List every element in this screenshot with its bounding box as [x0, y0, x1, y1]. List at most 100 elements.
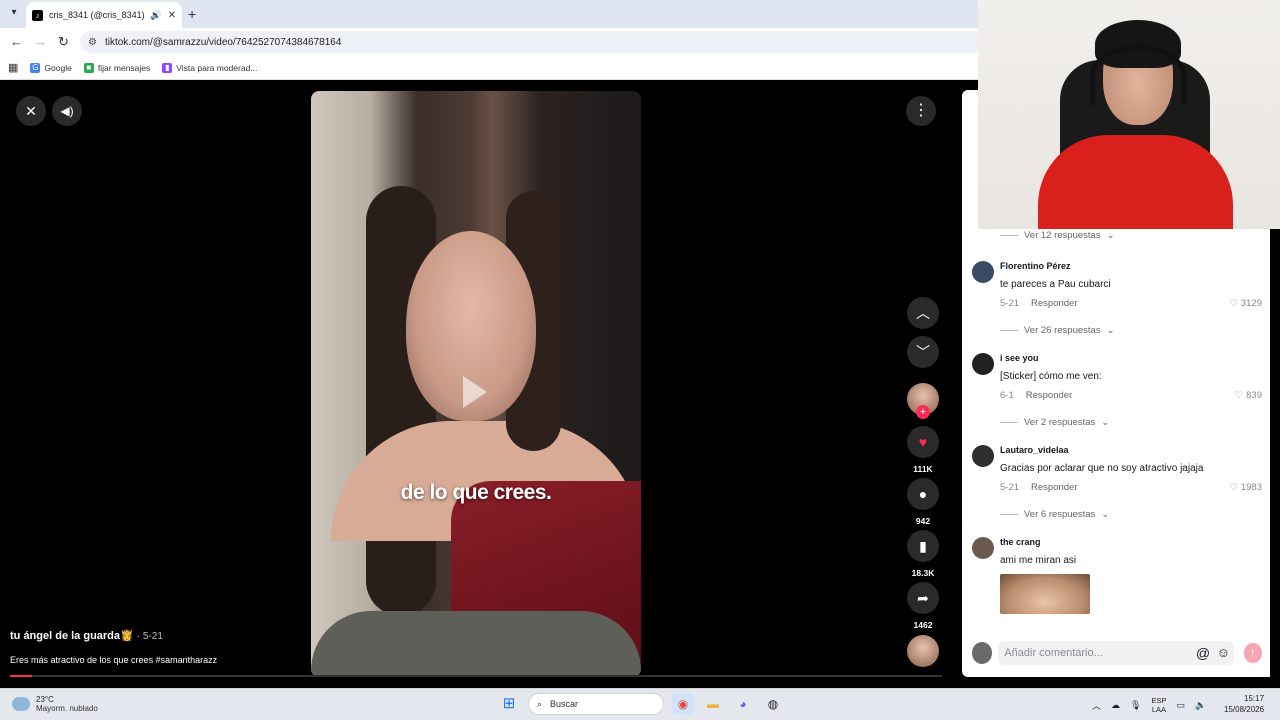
save-button[interactable]: ▮ 18.3K — [902, 530, 944, 578]
next-video-button[interactable]: ﹀ — [902, 336, 944, 368]
comment-item: Lautaro_videlaa Gracias por aclarar que … — [972, 445, 1262, 493]
tab-search-icon[interactable]: ▾ — [6, 5, 22, 21]
heart-outline-icon: ♡ — [1229, 482, 1238, 493]
music-disc[interactable] — [902, 635, 944, 667]
follow-plus-icon[interactable]: + — [916, 405, 930, 419]
site-info-icon[interactable]: ⚙ — [88, 37, 97, 48]
bookmark-google[interactable]: G Google — [30, 62, 72, 73]
view-replies-label: Ver 12 respuestas — [1024, 229, 1101, 241]
avatar[interactable] — [972, 537, 994, 559]
comment-author[interactable]: i see you — [1000, 353, 1262, 363]
windows-start-icon[interactable]: ⊞ — [498, 693, 520, 715]
obs-icon[interactable]: ◍ — [762, 693, 784, 715]
play-icon[interactable] — [463, 376, 487, 408]
comment-input[interactable]: Añadir comentario... — [998, 641, 1193, 665]
comment-like-button[interactable]: ♡ 3129 — [1229, 298, 1262, 309]
forward-icon[interactable]: → — [34, 34, 47, 49]
clock[interactable]: 15:17 15/08/2026 — [1224, 693, 1264, 715]
time: 15:17 — [1244, 694, 1265, 703]
avatar[interactable] — [972, 353, 994, 375]
bookmark-fijar-mensajes[interactable]: ■ fijar mensajes — [83, 62, 150, 73]
comment-date: 6-1 — [1000, 390, 1014, 401]
avatar[interactable] — [972, 261, 994, 283]
view-replies[interactable]: Ver 6 respuestas ⌄ — [972, 509, 1262, 520]
taskbar-search-label: Buscar — [550, 699, 579, 709]
avatar[interactable] — [972, 445, 994, 467]
reply-button[interactable]: Responder — [1026, 390, 1072, 401]
comment-author[interactable]: Lautaro_videlaa — [1000, 445, 1262, 455]
close-icon[interactable]: ✕ — [16, 96, 46, 126]
display-icon[interactable]: ▭ — [1176, 700, 1185, 711]
prev-video-button[interactable]: ︿ — [902, 297, 944, 329]
headset — [1090, 45, 1186, 105]
comment-author[interactable]: Florentino Pérez — [1000, 261, 1262, 271]
volume-icon[interactable]: ◀) — [52, 96, 82, 126]
active-tab[interactable]: ♪ cris_8341 (@cris_8341) | Tik 🔊 ✕ — [26, 2, 182, 28]
bookmark-vista-moderador[interactable]: ▮ Vista para moderad... — [162, 62, 257, 73]
description-text: Eres más atractivo de los que crees #sam… — [10, 655, 218, 665]
post-date: · 5-21 — [136, 631, 163, 642]
author-line[interactable]: tu ángel de la guarda👸 · 5-21 — [10, 629, 217, 642]
date: 15/08/2026 — [1224, 705, 1265, 714]
mention-icon[interactable]: @ — [1192, 641, 1214, 665]
discord-icon[interactable]: ◕ — [732, 693, 754, 715]
weather-desc: Mayorm. nublado — [36, 704, 98, 713]
webcam-overlay — [978, 0, 1280, 229]
comment-author[interactable]: the crang — [1000, 537, 1262, 547]
chevron-down-icon: ⌄ — [1106, 325, 1115, 336]
share-button[interactable]: ➦ 1462 — [902, 582, 944, 630]
view-replies[interactable]: Ver 26 respuestas ⌄ — [972, 325, 1262, 336]
weather-temp: 23°C — [36, 695, 54, 704]
send-button[interactable]: ↑ — [1243, 643, 1262, 663]
author-name[interactable]: tu ángel de la guarda👸 — [10, 630, 134, 642]
chevron-down-icon: ⌄ — [1101, 417, 1110, 428]
progress-bar[interactable] — [10, 675, 942, 677]
reply-button[interactable]: Responder — [1031, 482, 1077, 493]
new-tab-icon[interactable]: + — [188, 6, 196, 22]
comment-composer: Añadir comentario... @ ☺ ↑ — [972, 640, 1262, 666]
tab-audio-icon[interactable]: 🔊 — [150, 10, 161, 21]
comment-item: i see you [Sticker] cómo me ven: 6-1 Res… — [972, 353, 1262, 401]
divider — [1000, 514, 1018, 515]
video-frame-blanket — [311, 611, 641, 677]
weather-widget[interactable]: 23°C Mayorm. nublado — [12, 695, 98, 713]
tab-close-icon[interactable]: ✕ — [168, 10, 176, 21]
taskbar-search[interactable]: ⌕ Buscar — [528, 693, 664, 715]
chevron-up-icon[interactable]: ︿ — [1092, 699, 1101, 712]
cloud-icon — [12, 697, 30, 711]
avatar: + — [907, 383, 939, 419]
file-explorer-icon[interactable]: ▬ — [702, 693, 724, 715]
taskbar: 23°C Mayorm. nublado ⊞ ⌕ Buscar ◉ ▬ ◕ ◍ … — [0, 688, 1280, 720]
heart-icon: ♥ — [907, 426, 939, 458]
emoji-icon[interactable]: ☺ — [1213, 641, 1234, 665]
omnibox[interactable]: ⚙ tiktok.com/@samrazzu/video/76425270743… — [80, 31, 978, 53]
language-indicator[interactable]: ESP LAA — [1151, 696, 1166, 714]
comment-item: the crang ami me miran asi — [972, 537, 1262, 614]
comment-text: [Sticker] cómo me ven: — [1000, 371, 1102, 382]
bookmark-icon: ▮ — [907, 530, 939, 562]
address-bar: ← → ↻ ⚙ tiktok.com/@samrazzu/video/76425… — [0, 28, 978, 56]
apps-icon[interactable]: ▦ — [8, 61, 18, 74]
microphone-icon[interactable]: 🎙 — [1130, 700, 1141, 711]
sticker-image[interactable] — [1000, 574, 1090, 614]
comment-like-count: 839 — [1246, 390, 1262, 401]
comment-like-button[interactable]: ♡ 839 — [1235, 390, 1262, 401]
comment-button[interactable]: ● 942 — [902, 478, 944, 526]
view-replies[interactable]: Ver 2 respuestas ⌄ — [972, 417, 1262, 428]
comment-like-button[interactable]: ♡ 1983 — [1229, 482, 1262, 493]
like-button[interactable]: ♥ 111K — [902, 426, 944, 474]
reply-button[interactable]: Responder — [1031, 298, 1077, 309]
video-player[interactable]: de lo que crees. — [311, 91, 641, 677]
creator-avatar[interactable]: + — [902, 383, 944, 419]
reload-icon[interactable]: ↻ — [58, 34, 69, 50]
back-icon[interactable]: ← — [10, 34, 23, 49]
chat-icon: ■ — [83, 62, 94, 73]
tab-strip: ▾ ♪ cris_8341 (@cris_8341) | Tik 🔊 ✕ + — [0, 0, 978, 28]
chrome-icon[interactable]: ◉ — [672, 693, 694, 715]
speaker-icon[interactable]: 🔈 — [1195, 700, 1206, 711]
view-replies[interactable]: Ver 12 respuestas ⌄ — [972, 229, 1262, 241]
twitch-icon: ▮ — [162, 62, 173, 73]
network-icon[interactable]: ☁ — [1111, 700, 1120, 711]
video-description: tu ángel de la guarda👸 · 5-21 Eres más a… — [10, 629, 217, 665]
comment-item: Florentino Pérez te pareces a Pau cubarc… — [972, 261, 1262, 309]
